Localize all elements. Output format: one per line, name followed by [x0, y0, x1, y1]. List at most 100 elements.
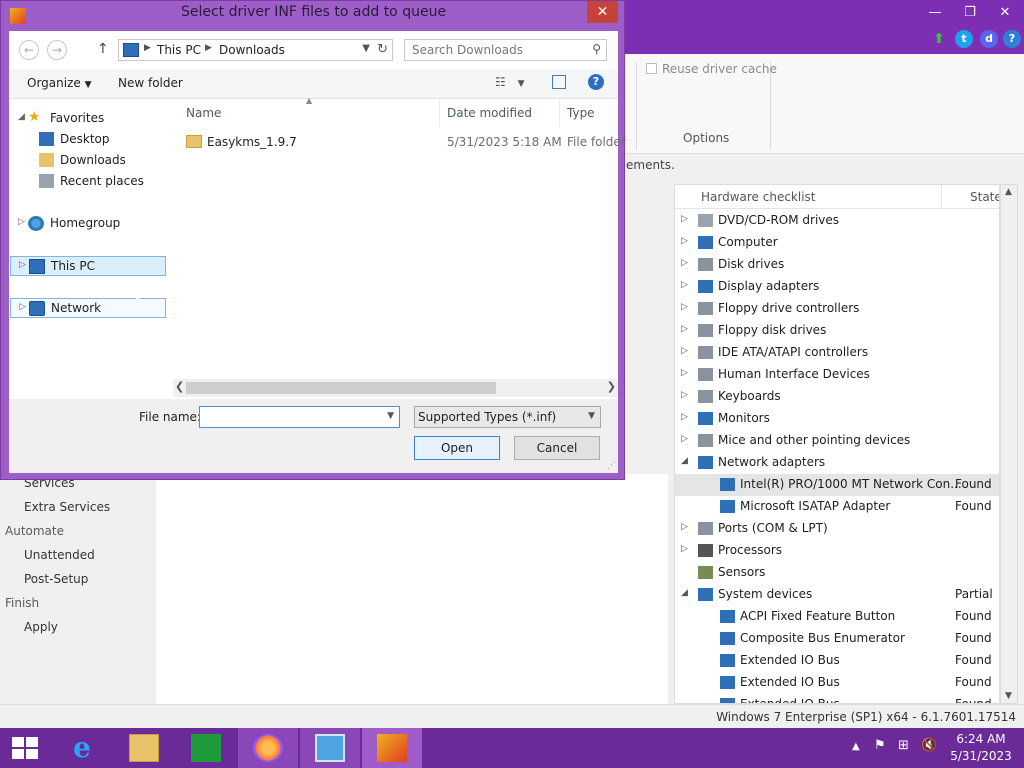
hardware-category-row[interactable]: ◢ System devices Partial	[675, 584, 999, 606]
file-row[interactable]: Easykms_1.9.7 5/31/2023 5:18 AM File folde…	[186, 133, 631, 153]
hardware-category-row[interactable]: ▷ Ports (COM & LPT)	[675, 518, 999, 540]
collapsed-caret-icon[interactable]: ▷	[681, 390, 691, 400]
collapsed-caret-icon[interactable]: ▷	[681, 236, 691, 246]
twitter-icon[interactable]: t	[955, 30, 973, 48]
column-separator[interactable]	[439, 99, 440, 127]
scroll-up-icon[interactable]: ▲	[1005, 187, 1012, 197]
hardware-device-row[interactable]: Extended IO Bus Found	[675, 650, 999, 672]
hardware-category-row[interactable]: ▷ Processors	[675, 540, 999, 562]
hardware-device-row[interactable]: Extended IO Bus Found	[675, 694, 999, 703]
collapsed-caret-icon[interactable]: ▷	[18, 217, 25, 227]
hardware-category-row[interactable]: ▷ Keyboards	[675, 386, 999, 408]
chevron-down-icon[interactable]: ▼	[387, 411, 394, 421]
column-hardware-checklist[interactable]: Hardware checklist	[701, 190, 816, 204]
help-icon[interactable]: ?	[588, 74, 604, 90]
breadcrumb-downloads[interactable]: Downloads	[219, 43, 285, 57]
forward-arrow-icon[interactable]: →	[47, 40, 67, 60]
hardware-category-row[interactable]: ◢ Network adapters	[675, 452, 999, 474]
update-arrow-icon[interactable]: ⬆	[930, 30, 948, 48]
hardware-category-row[interactable]: ▷ IDE ATA/ATAPI controllers	[675, 342, 999, 364]
hardware-category-row[interactable]: ▷ Floppy disk drives	[675, 320, 999, 342]
collapsed-caret-icon[interactable]: ▷	[681, 214, 691, 224]
open-button[interactable]: Open	[414, 436, 500, 460]
change-view-button[interactable]: ☷ ▼	[495, 75, 525, 89]
resize-grip-icon[interactable]: ⋰	[607, 461, 616, 471]
nav-item[interactable]: Apply	[24, 620, 58, 634]
scroll-down-icon[interactable]: ▼	[1005, 691, 1012, 701]
action-center-flag-icon[interactable]: ⚑	[874, 738, 886, 753]
collapsed-caret-icon[interactable]: ▷	[681, 324, 691, 334]
minimize-button[interactable]: —	[920, 4, 950, 22]
column-type[interactable]: Type	[567, 106, 595, 120]
scroll-right-icon[interactable]: ❯	[607, 380, 616, 393]
volume-muted-icon[interactable]: 🔇	[921, 738, 937, 753]
taskbar-store[interactable]	[176, 728, 236, 768]
hardware-device-row[interactable]: Microsoft ISATAP Adapter Found	[675, 496, 999, 518]
taskbar-internet-explorer[interactable]: e	[52, 728, 112, 768]
hardware-category-row[interactable]: ▷ Human Interface Devices	[675, 364, 999, 386]
hardware-category-row[interactable]: ▷ Floppy drive controllers	[675, 298, 999, 320]
new-folder-button[interactable]: New folder	[118, 76, 183, 90]
chevron-right-icon[interactable]: ▶	[205, 43, 212, 53]
nav-item[interactable]: Unattended	[24, 548, 95, 562]
tree-item-recent-places[interactable]: Recent places	[39, 172, 179, 192]
expanded-caret-icon[interactable]: ◢	[18, 112, 25, 122]
close-button[interactable]: ✕	[990, 4, 1020, 22]
column-date-modified[interactable]: Date modified	[447, 106, 532, 120]
collapsed-caret-icon[interactable]: ▷	[681, 522, 691, 532]
hardware-device-row[interactable]: ACPI Fixed Feature Button Found	[675, 606, 999, 628]
horizontal-scrollbar[interactable]: ❮ ❯	[173, 379, 618, 397]
tree-item-desktop[interactable]: Desktop	[39, 130, 179, 150]
collapsed-caret-icon[interactable]: ▷	[681, 544, 691, 554]
hardware-category-row[interactable]: ▷ Display adapters	[675, 276, 999, 298]
column-separator[interactable]	[559, 99, 560, 127]
taskbar-file-explorer[interactable]	[114, 728, 174, 768]
chevron-right-icon[interactable]: ▶	[144, 43, 151, 53]
collapsed-caret-icon[interactable]: ▷	[681, 368, 691, 378]
preview-pane-icon[interactable]	[552, 75, 566, 89]
hardware-category-row[interactable]: Sensors	[675, 562, 999, 584]
hardware-category-row[interactable]: ▷ DVD/CD-ROM drives	[675, 210, 999, 232]
hardware-category-row[interactable]: ▷ Disk drives	[675, 254, 999, 276]
scroll-thumb[interactable]	[186, 382, 496, 394]
maximize-button[interactable]: ❐	[955, 4, 985, 22]
cancel-button[interactable]: Cancel	[514, 436, 600, 460]
tree-item-downloads[interactable]: Downloads	[39, 151, 179, 171]
expanded-caret-icon[interactable]: ◢	[681, 588, 691, 598]
hardware-device-row[interactable]: Extended IO Bus Found	[675, 672, 999, 694]
tree-item-favorites[interactable]: ◢ ★ Favorites	[10, 109, 166, 129]
chevron-down-icon[interactable]: ▼	[362, 43, 370, 54]
nav-item[interactable]: Extra Services	[24, 500, 110, 514]
tree-item-network[interactable]: ▷ Network	[10, 298, 166, 318]
clock[interactable]: 6:24 AM 5/31/2023	[950, 731, 1012, 765]
column-state[interactable]: State	[970, 190, 999, 204]
hardware-device-row[interactable]: Intel(R) PRO/1000 MT Network Con... Found	[675, 474, 999, 496]
file-name-combobox[interactable]: ▼	[199, 406, 400, 428]
back-arrow-icon[interactable]: ←	[19, 40, 39, 60]
reuse-driver-cache-checkbox[interactable]: Reuse driver cache	[646, 62, 777, 76]
search-field[interactable]: ⚲	[404, 39, 607, 61]
hardware-category-row[interactable]: ▷ Computer	[675, 232, 999, 254]
nav-item[interactable]: Post-Setup	[24, 572, 88, 586]
tree-item-this-pc[interactable]: ▷ This PC	[10, 256, 166, 276]
file-type-select[interactable]: Supported Types (*.inf) ▼	[414, 406, 601, 428]
dialog-close-button[interactable]: ✕	[587, 1, 618, 23]
taskbar-firefox[interactable]	[238, 728, 298, 768]
refresh-icon[interactable]: ↻	[377, 42, 388, 57]
hardware-category-row[interactable]: ▷ Monitors	[675, 408, 999, 430]
tree-item-homegroup[interactable]: ▷ Homegroup	[10, 214, 166, 234]
scroll-left-icon[interactable]: ❮	[175, 380, 184, 393]
search-input[interactable]	[410, 42, 580, 58]
collapsed-caret-icon[interactable]: ▷	[681, 280, 691, 290]
address-bar[interactable]: ▶ This PC ▶ Downloads ▼ ↻	[118, 39, 393, 61]
collapsed-caret-icon[interactable]: ▷	[19, 302, 26, 312]
hardware-category-row[interactable]: ▷ Mice and other pointing devices	[675, 430, 999, 452]
taskbar-control-panel[interactable]	[300, 728, 360, 768]
expanded-caret-icon[interactable]: ◢	[681, 456, 691, 466]
collapsed-caret-icon[interactable]: ▷	[681, 302, 691, 312]
organize-button[interactable]: Organize ▼	[27, 76, 92, 90]
hardware-scrollbar[interactable]: ▲ ▼	[1000, 184, 1018, 704]
hardware-device-row[interactable]: Composite Bus Enumerator Found	[675, 628, 999, 650]
show-hidden-icons-icon[interactable]: ▲	[852, 741, 860, 752]
up-arrow-icon[interactable]: ↑	[97, 41, 109, 57]
